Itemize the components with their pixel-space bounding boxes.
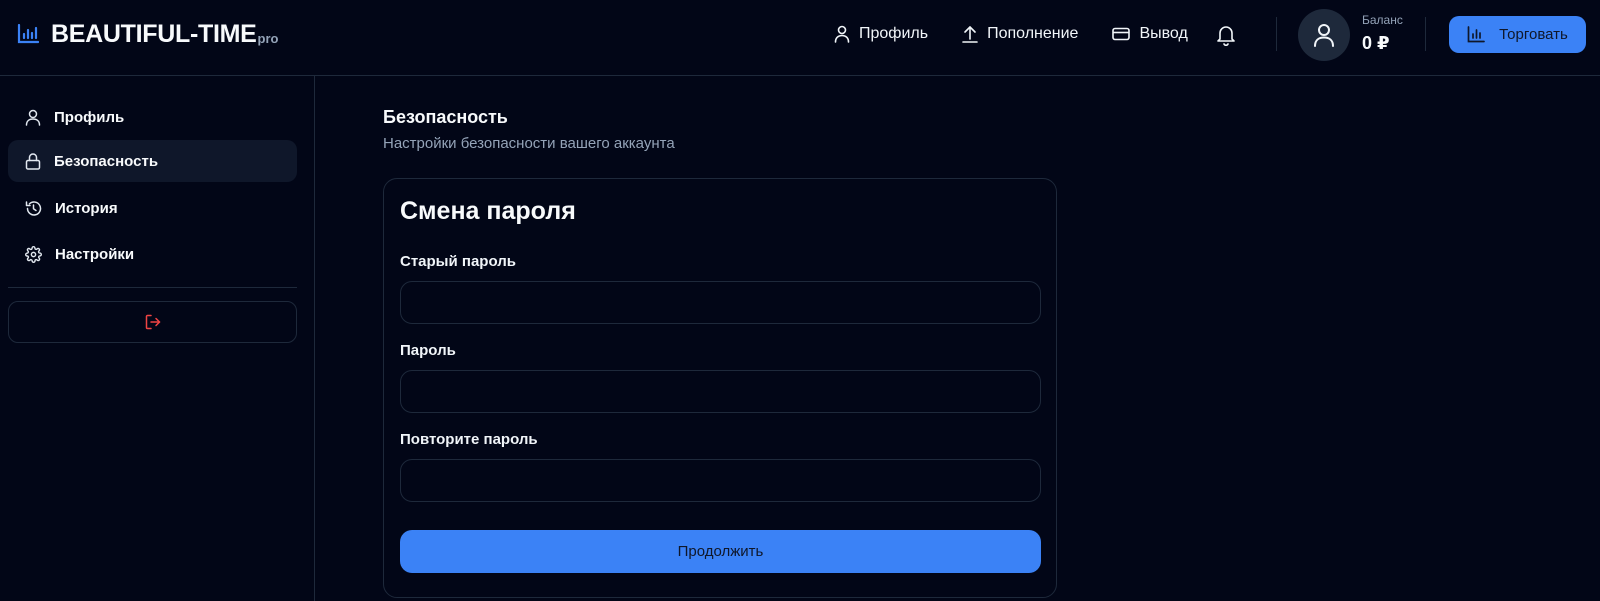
avatar[interactable] <box>1298 9 1350 61</box>
top-header: BEAUTIFUL-TIME pro Профиль Пополнение Вы… <box>0 0 1600 76</box>
logout-button[interactable] <box>8 301 297 343</box>
chart-bar-icon <box>17 24 39 44</box>
sidebar: Профиль Безопасность История Настройки <box>0 76 315 601</box>
sidebar-item-label: Настройки <box>55 245 135 263</box>
logo-text: BEAUTIFUL-TIME <box>51 20 257 48</box>
old-password-input[interactable] <box>400 281 1041 324</box>
nav-deposit-label: Пополнение <box>987 25 1079 42</box>
sidebar-item-history[interactable]: История <box>8 187 297 229</box>
nav-profile-label: Профиль <box>859 25 929 42</box>
trade-button[interactable]: Торговать <box>1449 16 1586 53</box>
sidebar-item-security[interactable]: Безопасность <box>8 140 297 182</box>
nav-withdraw[interactable]: Вывод <box>1112 24 1188 44</box>
sidebar-divider <box>8 287 297 288</box>
repeat-password-input[interactable] <box>400 459 1041 502</box>
repeat-password-label: Повторите пароль <box>400 431 538 448</box>
change-password-card: Смена пароля Старый пароль Пароль Повтор… <box>383 178 1057 598</box>
user-icon <box>25 109 54 126</box>
history-icon <box>25 200 55 217</box>
top-nav: Профиль Пополнение Вывод <box>834 24 1188 44</box>
card-title: Смена пароля <box>400 197 576 225</box>
old-password-label: Старый пароль <box>400 253 516 270</box>
upload-icon <box>962 25 987 43</box>
header-divider <box>1276 17 1277 51</box>
sidebar-item-profile[interactable]: Профиль <box>8 96 297 138</box>
page-title: Безопасность <box>383 107 508 127</box>
trade-button-label: Торговать <box>1499 26 1568 43</box>
notifications-button[interactable] <box>1216 24 1236 46</box>
nav-withdraw-label: Вывод <box>1139 25 1188 42</box>
logo[interactable]: BEAUTIFUL-TIME pro <box>17 20 278 48</box>
nav-profile[interactable]: Профиль <box>834 24 928 44</box>
logo-suffix: pro <box>257 31 279 46</box>
chart-bar-icon <box>1467 26 1499 43</box>
balance-value: 0 ₽ <box>1362 33 1390 53</box>
credit-card-icon <box>1112 27 1139 41</box>
continue-button[interactable]: Продолжить <box>400 530 1041 573</box>
sidebar-item-settings[interactable]: Настройки <box>8 233 297 275</box>
page-subtitle: Настройки безопасности вашего аккаунта <box>383 135 675 152</box>
new-password-label: Пароль <box>400 342 456 359</box>
user-icon <box>1313 23 1335 47</box>
balance-label: Баланс <box>1362 13 1403 27</box>
gear-icon <box>25 245 55 263</box>
header-divider <box>1425 17 1426 51</box>
lock-icon <box>25 152 54 170</box>
logout-icon <box>145 314 161 330</box>
bell-icon <box>1216 24 1236 46</box>
nav-deposit[interactable]: Пополнение <box>962 24 1078 44</box>
new-password-input[interactable] <box>400 370 1041 413</box>
user-icon <box>834 25 859 43</box>
sidebar-item-label: История <box>55 199 118 217</box>
sidebar-item-label: Безопасность <box>54 152 159 170</box>
sidebar-item-label: Профиль <box>54 108 125 126</box>
